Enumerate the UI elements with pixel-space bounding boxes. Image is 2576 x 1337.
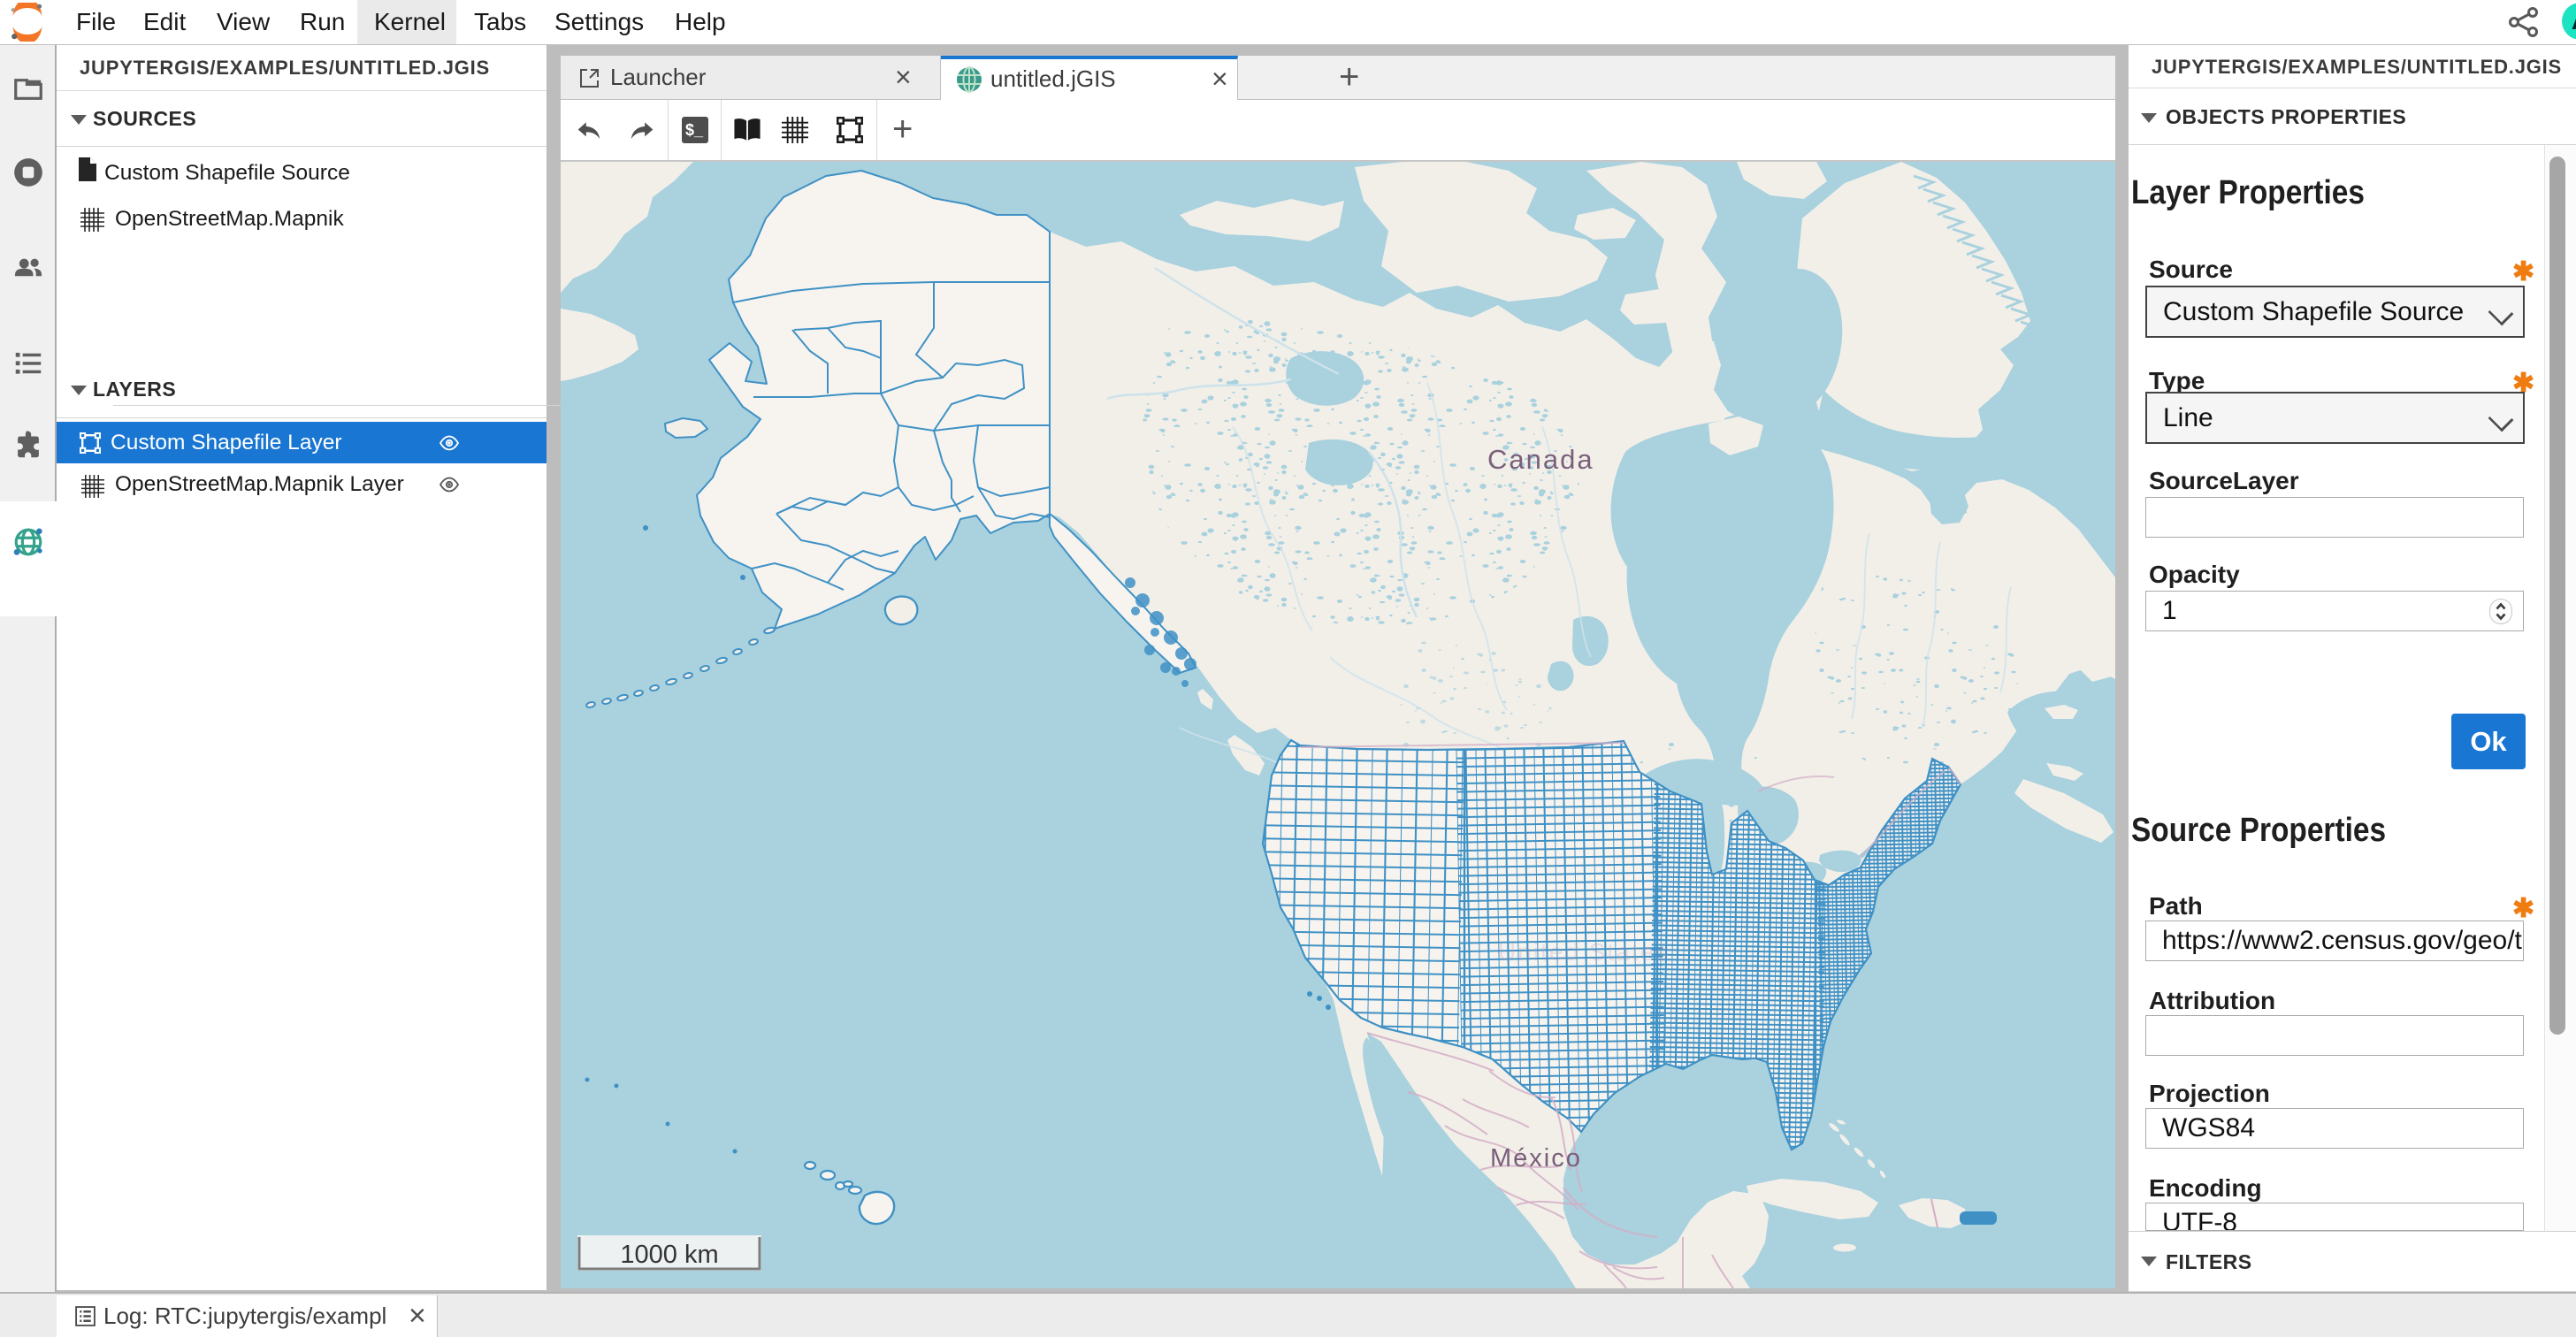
svg-text:Canada: Canada [1487,444,1594,475]
svg-text:México: México [1490,1144,1582,1173]
svg-text:1000 km: 1000 km [620,1241,718,1269]
svg-text:United States: United States [1498,938,1670,966]
